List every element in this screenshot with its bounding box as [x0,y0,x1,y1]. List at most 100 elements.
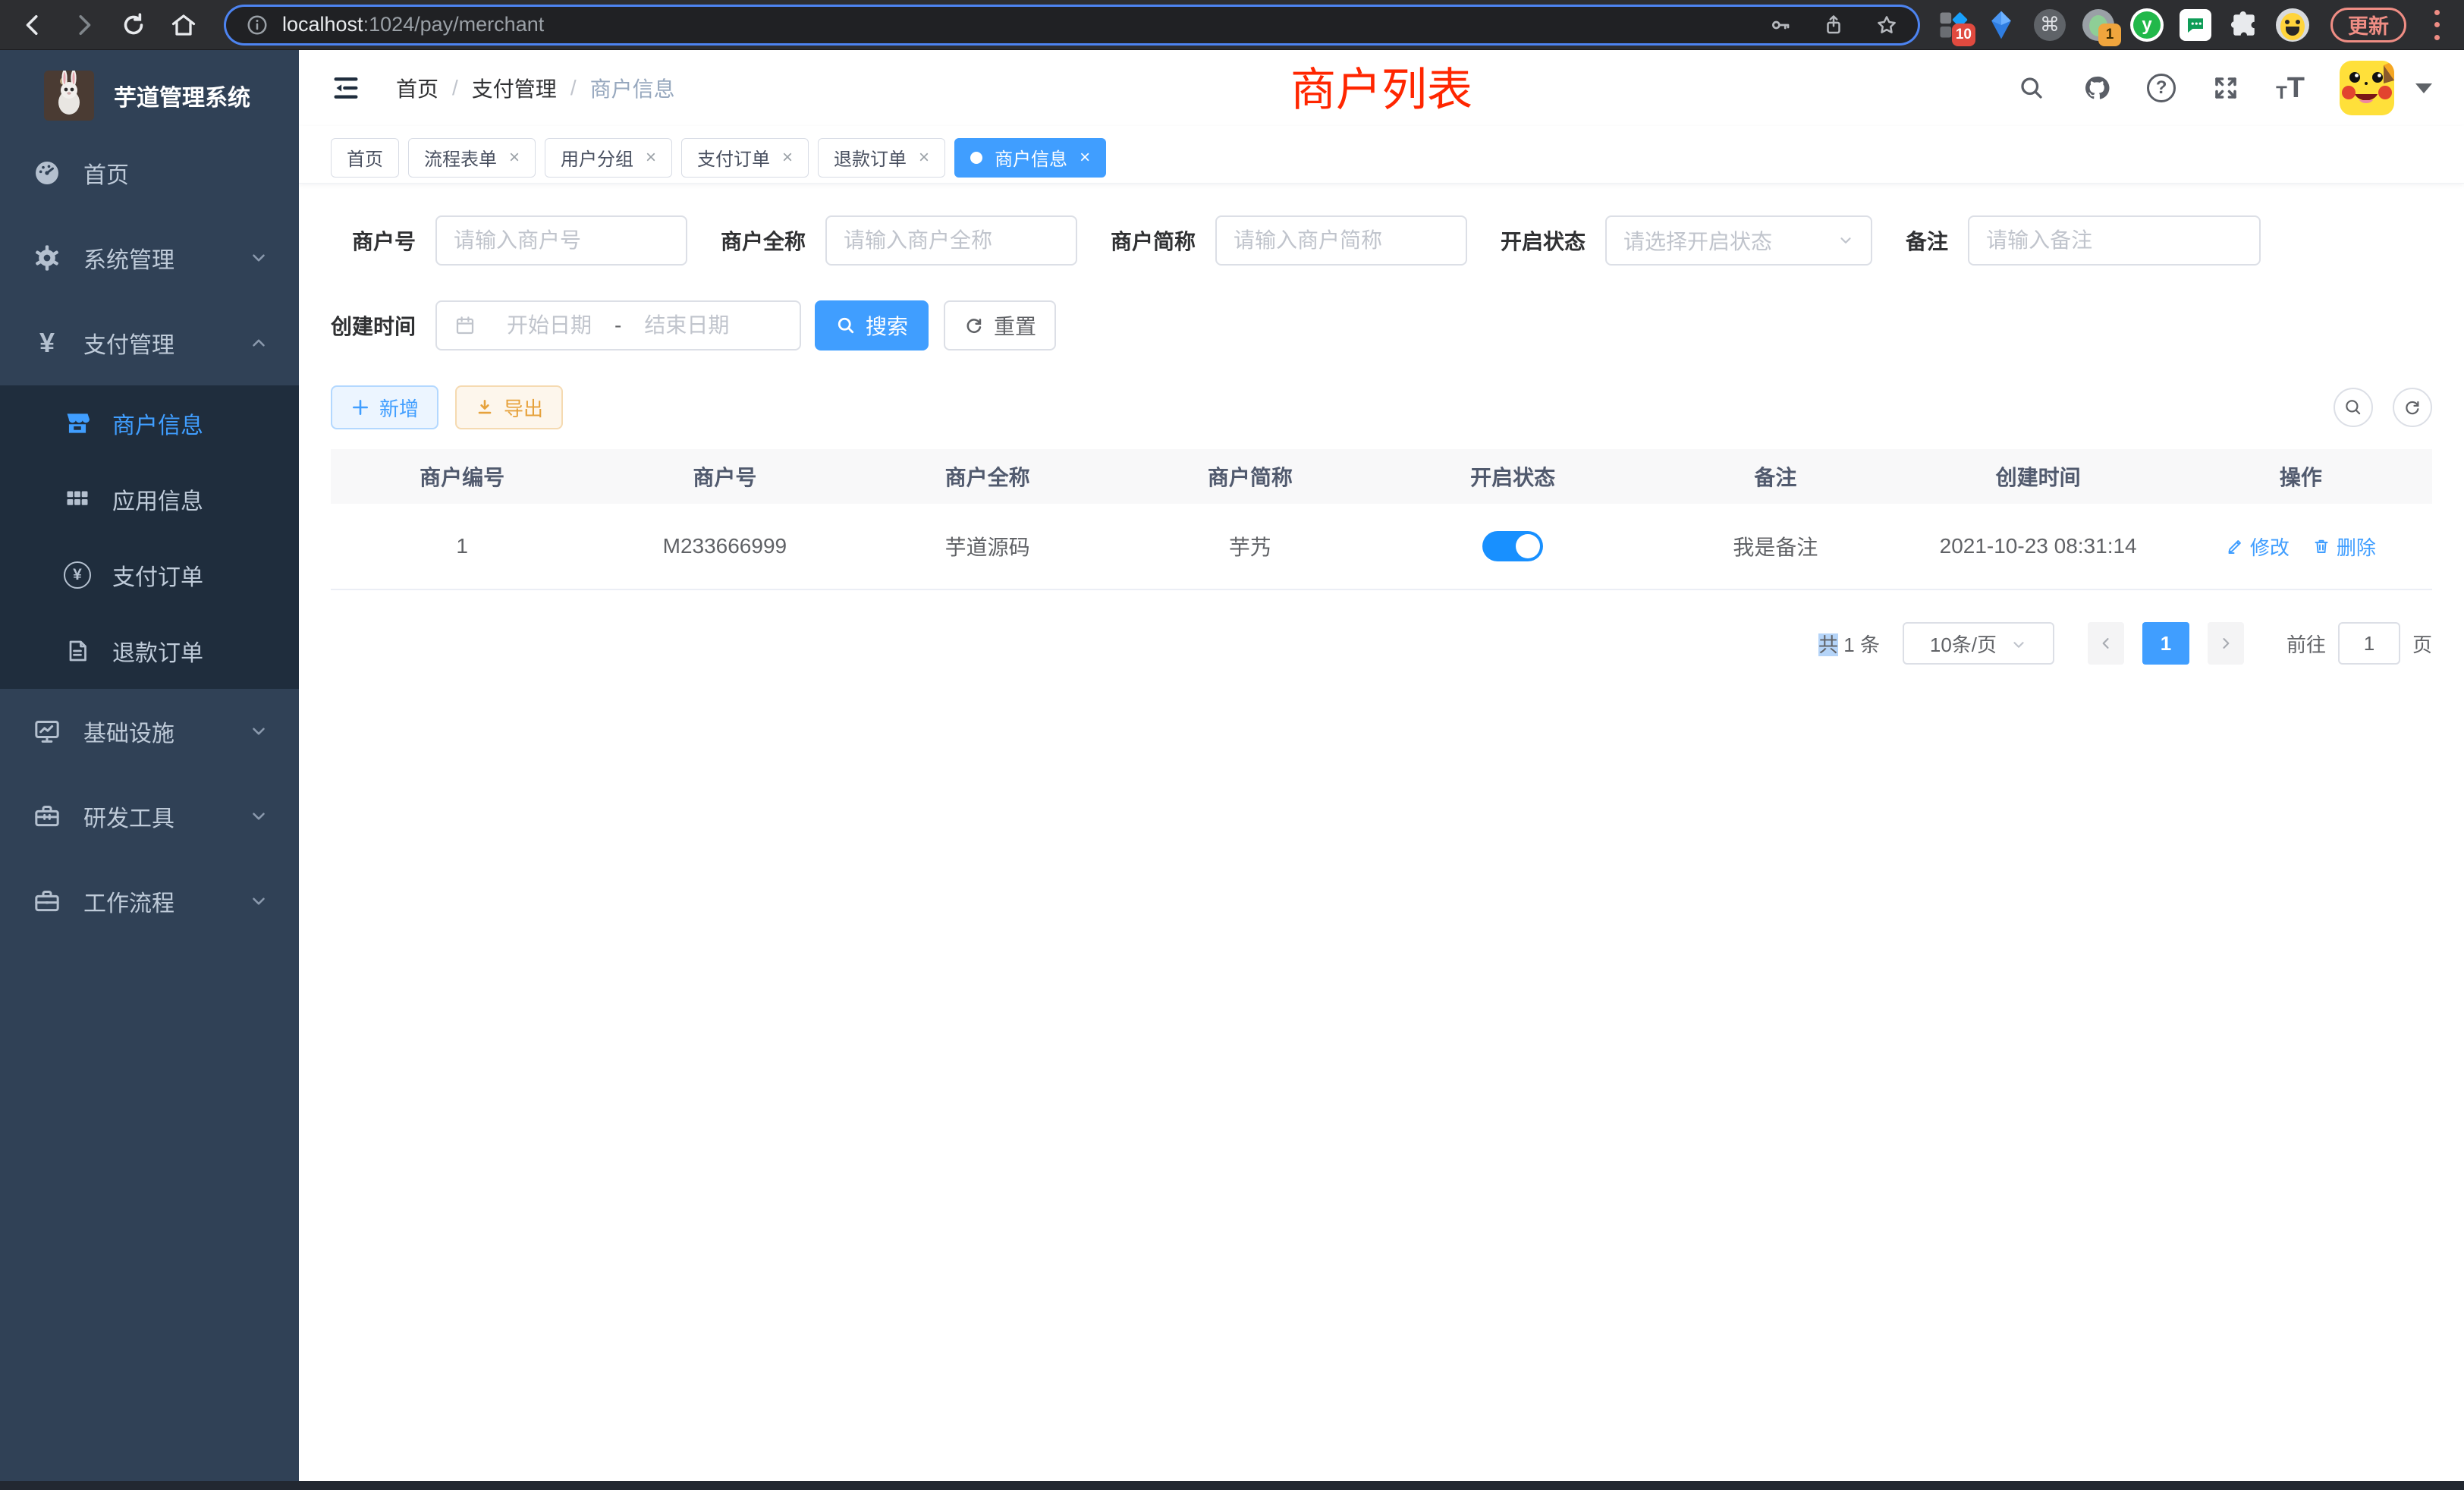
tab-user-group[interactable]: 用户分组× [545,138,672,178]
command-extension-icon[interactable]: ⌘ [2033,8,2066,42]
close-icon[interactable]: × [646,149,656,167]
extension-badge-1: 1 [2098,24,2121,46]
home-icon[interactable] [170,11,197,39]
screen: localhost:1024/pay/merchant 10 [0,0,2464,1490]
refresh-icon [963,315,985,336]
chevron-down-icon [249,806,269,826]
user-avatar[interactable] [2340,61,2394,115]
jump-page-input[interactable] [2338,622,2400,665]
tab-pay-order[interactable]: 支付订单× [681,138,809,178]
extension-badge: 10 [1952,24,1975,46]
show-search-toggle-button[interactable] [2334,388,2373,427]
breadcrumb-payment[interactable]: 支付管理 [472,73,557,103]
next-page-button[interactable] [2208,622,2244,665]
window-bottom-edge [0,1481,2464,1490]
sidebar-item-app-info[interactable]: 应用信息 [0,461,299,537]
date-range-picker[interactable]: - [435,300,801,350]
sidebar-item-home[interactable]: 首页 [0,130,299,215]
browser-profile-avatar[interactable] [2276,8,2309,42]
prev-page-button[interactable] [2088,622,2124,665]
end-date-input[interactable] [626,313,747,338]
active-tab-dot [970,152,982,164]
reload-icon[interactable] [120,11,147,39]
navbar-actions: ? TT [2016,61,2432,115]
start-date-input[interactable] [489,313,610,338]
sidebar-collapse-icon[interactable] [331,73,361,103]
kite-extension-icon[interactable] [1985,8,2018,42]
yudao-extension-icon[interactable]: y [2130,8,2164,42]
chevron-down-icon [1837,232,1854,249]
breadcrumb-current: 商户信息 [590,73,675,103]
delete-link[interactable]: 删除 [2312,533,2376,561]
close-icon[interactable]: × [919,149,929,167]
help-icon[interactable]: ? [2147,74,2176,102]
bookmark-star-icon[interactable] [1875,14,1898,36]
app-logo [44,71,94,121]
extensions-puzzle-icon[interactable] [2227,8,2261,42]
tab-merchant-info[interactable]: 商户信息× [954,138,1106,178]
search-icon[interactable] [2016,73,2047,103]
full-name-input[interactable] [844,228,1059,253]
avatar-caret-icon[interactable] [2415,83,2432,93]
col-header: 开启状态 [1381,461,1644,492]
status-toggle[interactable] [1482,531,1543,561]
calendar-icon [454,314,476,337]
share-icon[interactable] [1822,14,1845,36]
document-icon [62,636,93,666]
filter-row-2: 创建时间 - 搜索 重置 [331,300,2432,350]
browser-menu-icon[interactable] [2432,10,2441,40]
total-count: 共 1 条 [1818,630,1880,658]
tab-refund-order[interactable]: 退款订单× [818,138,945,178]
site-info-icon[interactable] [246,14,269,36]
close-icon[interactable]: × [782,149,793,167]
page-number-1[interactable]: 1 [2142,622,2189,665]
status-select[interactable]: 请选择开启状态 [1605,215,1872,266]
chevron-down-icon [249,721,269,741]
reset-button[interactable]: 重置 [944,300,1056,350]
sidebar-item-dev-tools[interactable]: 研发工具 [0,774,299,859]
sidebar-item-refund-order[interactable]: 退款订单 [0,613,299,689]
sidebar-item-system[interactable]: 系统管理 [0,215,299,300]
sidebar-item-payment[interactable]: ¥ 支付管理 [0,300,299,385]
edit-link[interactable]: 修改 [2226,533,2290,561]
breadcrumb-home[interactable]: 首页 [396,73,438,103]
forward-icon[interactable] [70,11,97,39]
sidebar-item-infrastructure[interactable]: 基础设施 [0,689,299,774]
font-size-icon[interactable]: TT [2276,74,2305,102]
app-logo-row[interactable]: 芋道管理系统 [0,50,299,130]
fullscreen-icon[interactable] [2211,73,2241,103]
tab-manager-extension-icon[interactable]: 10 [1936,8,1969,42]
url-path: :1024/pay/merchant [363,13,545,36]
page-size-select[interactable]: 10条/页 [1903,622,2054,665]
short-name-input[interactable] [1234,228,1449,253]
sidebar-item-label: 支付管理 [83,326,174,360]
refresh-table-button[interactable] [2393,388,2432,427]
search-button[interactable]: 搜索 [815,300,929,350]
back-icon[interactable] [20,11,47,39]
sidebar-item-label: 工作流程 [83,885,174,918]
chat-extension-icon[interactable] [2179,8,2212,42]
col-header: 商户简称 [1119,461,1381,492]
filter-label: 备注 [1906,225,1948,256]
profile-extension-icon[interactable]: 1 [2082,8,2115,42]
remark-input[interactable] [1986,228,2242,253]
sidebar-item-pay-order[interactable]: ¥ 支付订单 [0,537,299,613]
merchant-no-input[interactable] [454,228,669,253]
sidebar-item-merchant-info[interactable]: 商户信息 [0,385,299,461]
url-bar[interactable]: localhost:1024/pay/merchant [226,7,1918,43]
tab-home[interactable]: 首页 [331,138,399,178]
github-icon[interactable] [2082,73,2112,103]
export-button[interactable]: 导出 [455,385,563,429]
toolbox-icon [30,800,64,833]
close-icon[interactable]: × [509,149,520,167]
filter-label: 商户简称 [1111,225,1196,256]
close-icon[interactable]: × [1080,149,1090,167]
col-header: 商户全称 [856,461,1119,492]
tab-process-form[interactable]: 流程表单× [408,138,536,178]
sidebar-item-workflow[interactable]: 工作流程 [0,859,299,944]
chrome-update-button[interactable]: 更新 [2330,8,2406,42]
key-icon[interactable] [1769,14,1792,36]
chevron-up-icon [249,333,269,353]
add-button[interactable]: 新增 [331,385,438,429]
cell-merchant-id: 1 [331,534,593,558]
